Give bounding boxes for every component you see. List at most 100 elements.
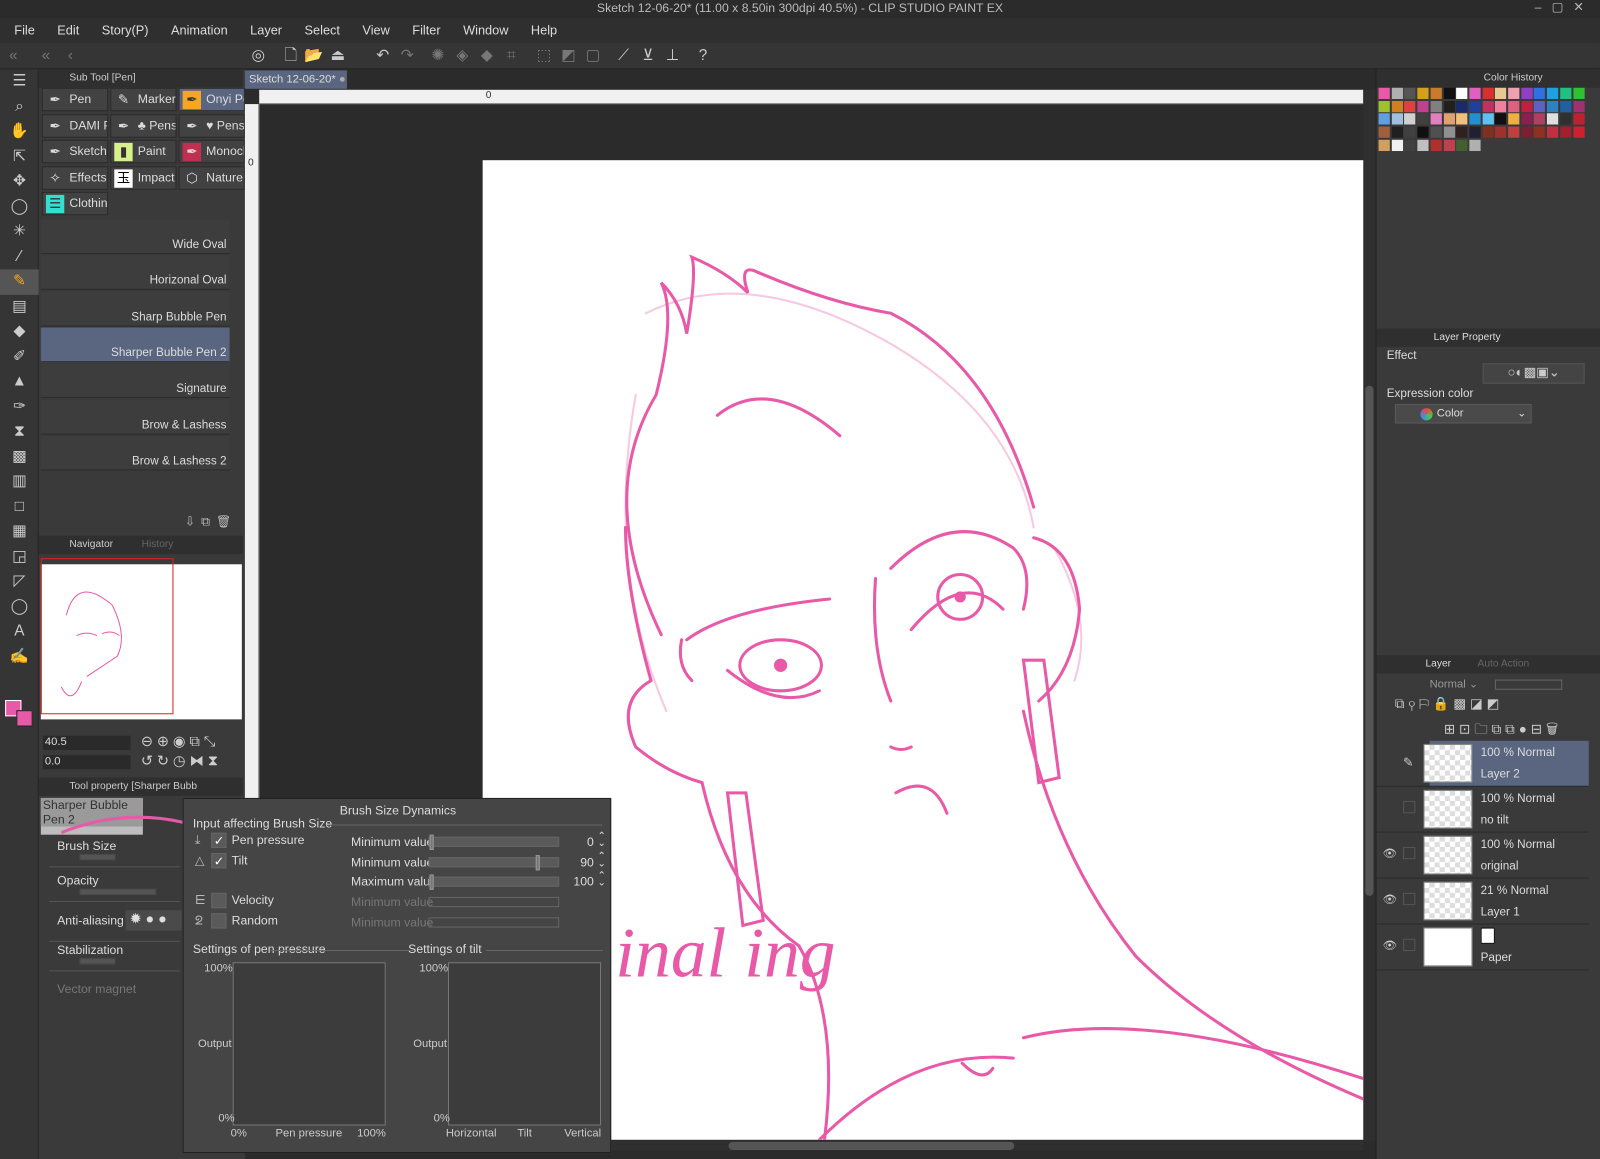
color-swatch[interactable] — [1547, 126, 1559, 138]
random-checkbox[interactable] — [211, 913, 227, 929]
subtool-group-9[interactable]: ✧ Effects — [41, 165, 109, 190]
spinner-icon[interactable]: ⌃ ⌄ — [598, 831, 607, 848]
subtool-actions[interactable]: ⇩⧉🗑 — [185, 514, 238, 529]
pressure-graph[interactable] — [232, 962, 386, 1126]
slider-value[interactable]: 0 — [587, 835, 594, 849]
tilt-graph[interactable] — [447, 962, 602, 1126]
color-swatch[interactable] — [1521, 126, 1533, 138]
layer-row[interactable]: 👁 Paper — [1376, 924, 1589, 971]
layer-toolbar[interactable]: ⧉⚲⚐🔒▩◪◩ — [1395, 696, 1503, 712]
color-swatch[interactable] — [1430, 87, 1442, 99]
value-slider[interactable] — [428, 917, 560, 928]
color-swatch[interactable] — [1469, 113, 1481, 125]
redo-icon[interactable]: ↷ — [398, 47, 416, 65]
property-slider[interactable] — [79, 854, 116, 861]
expression-color-select[interactable]: Color ⌄ — [1394, 404, 1532, 424]
opacity-slider[interactable] — [1494, 679, 1563, 690]
subtool-group-0[interactable]: ✒ Pen — [41, 87, 109, 112]
color-swatch[interactable] — [1534, 126, 1546, 138]
brush-item[interactable]: Horizonal Oval — [40, 255, 230, 291]
undo-icon[interactable]: ↶ — [373, 47, 391, 65]
color-swatch[interactable] — [1534, 113, 1546, 125]
eraser-tool-icon[interactable]: ◆ — [0, 319, 39, 344]
color-swatch[interactable] — [1443, 139, 1455, 151]
tilt-checkbox[interactable]: ✓ — [211, 853, 227, 869]
color-swatch[interactable] — [1508, 100, 1520, 112]
blend-tool-icon[interactable]: ⧗ — [0, 419, 39, 444]
eye-icon[interactable]: 👁 — [1383, 893, 1397, 907]
menu-edit[interactable]: Edit — [57, 23, 79, 37]
color-swatch[interactable] — [1482, 126, 1494, 138]
fill-icon[interactable]: ◈ — [453, 47, 471, 65]
color-swatch[interactable] — [1482, 113, 1494, 125]
color-swatch[interactable] — [1572, 87, 1585, 99]
color-swatch[interactable] — [1559, 87, 1572, 99]
layer-property-tab[interactable]: Layer Property — [1376, 328, 1600, 347]
color-swatch[interactable] — [1456, 139, 1468, 151]
airbrush-tool-icon[interactable]: ▲ — [0, 369, 39, 394]
color-swatch[interactable] — [1572, 100, 1585, 112]
deselect-icon[interactable]: ⬚ — [535, 47, 553, 65]
lock-box[interactable] — [1403, 938, 1416, 952]
hand-tool-icon[interactable]: ✋ — [0, 119, 39, 144]
clear-icon[interactable]: ✺ — [429, 47, 447, 65]
layer-name[interactable]: Layer 1 — [1481, 906, 1520, 918]
decoration-tool-icon[interactable]: ✑ — [0, 394, 39, 419]
tool-property-tab[interactable]: Tool property [Sharper Bubb — [38, 777, 243, 796]
color-swatch[interactable] — [1469, 139, 1481, 151]
color-swatch[interactable] — [1495, 126, 1507, 138]
color-swatch[interactable] — [1391, 87, 1403, 99]
text-tool-icon[interactable]: A — [0, 619, 39, 644]
subtool-group-7[interactable]: ▮ Paint — [110, 139, 177, 164]
color-swatch[interactable] — [1378, 113, 1390, 125]
navigator-tab[interactable]: Navigator History — [38, 535, 243, 555]
color-swatch[interactable] — [1534, 100, 1546, 112]
eye-icon[interactable]: 👁 — [1383, 939, 1397, 953]
frame-tool-icon[interactable]: ▦ — [0, 519, 39, 544]
color-swatch[interactable] — [1443, 87, 1455, 99]
value-slider[interactable] — [428, 897, 560, 908]
brush-item[interactable]: Wide Oval — [40, 219, 230, 255]
layer-row[interactable]: 👁 100 % Normal original — [1376, 833, 1589, 879]
fill-tool-icon[interactable]: ▩ — [0, 444, 39, 469]
hidden-box[interactable] — [1383, 801, 1397, 815]
ruler-tool-icon[interactable]: ◲ — [0, 544, 39, 569]
brush-item[interactable]: Sharp Bubble Pen — [40, 291, 230, 327]
slider-knob[interactable] — [429, 834, 434, 850]
color-swatch[interactable] — [1404, 87, 1416, 99]
value-slider[interactable] — [428, 874, 560, 891]
color-swatch[interactable] — [1482, 100, 1494, 112]
brush-item[interactable]: Brow & Lashess — [40, 399, 230, 435]
velocity-checkbox[interactable] — [211, 892, 227, 909]
color-swatch[interactable] — [1430, 113, 1442, 125]
color-swatch[interactable] — [1456, 87, 1468, 99]
subtool-group-10[interactable]: 玉 Impact — [110, 165, 177, 190]
move-tool-icon[interactable]: ✥ — [0, 169, 39, 194]
subtool-group-12[interactable]: ☰Clothing — [41, 191, 109, 216]
menu-animation[interactable]: Animation — [171, 23, 228, 37]
new-file-icon[interactable]: 🗋 — [282, 47, 300, 65]
lock-box[interactable] — [1403, 801, 1416, 814]
rotate-buttons[interactable]: ↺↻◷⧓⧗ — [141, 752, 222, 769]
auto-action-tab[interactable]: Auto Action — [1478, 658, 1530, 669]
color-swatch[interactable] — [1378, 87, 1390, 99]
collapse-left-icon[interactable]: « — [4, 47, 22, 65]
color-swatch[interactable] — [1508, 126, 1520, 138]
color-swatch[interactable] — [1456, 126, 1468, 138]
eye-icon[interactable]: 👁 — [1383, 847, 1397, 861]
scale-icon[interactable]: ⌗ — [502, 47, 520, 65]
spinner-icon[interactable]: ⌃ ⌄ — [598, 851, 607, 868]
layer-name[interactable]: original — [1481, 860, 1519, 872]
slider-knob[interactable] — [536, 854, 541, 871]
subtool-group-2[interactable]: ✒Onyi Pe — [178, 87, 245, 112]
pen-icon[interactable]: ✎ — [1403, 755, 1415, 769]
color-swatch[interactable] — [1404, 139, 1416, 151]
color-swatch[interactable] — [1547, 87, 1559, 99]
subtool-group-11[interactable]: ⬡ Nature — [178, 165, 245, 190]
navigator-preview[interactable] — [40, 558, 242, 720]
color-swatch[interactable] — [1417, 87, 1429, 99]
color-swatch[interactable] — [1456, 100, 1468, 112]
figure-tool-icon[interactable]: □ — [0, 494, 39, 519]
layer-row[interactable]: 👁 21 % Normal Layer 1 — [1376, 879, 1589, 925]
menu-layer[interactable]: Layer — [250, 23, 282, 37]
